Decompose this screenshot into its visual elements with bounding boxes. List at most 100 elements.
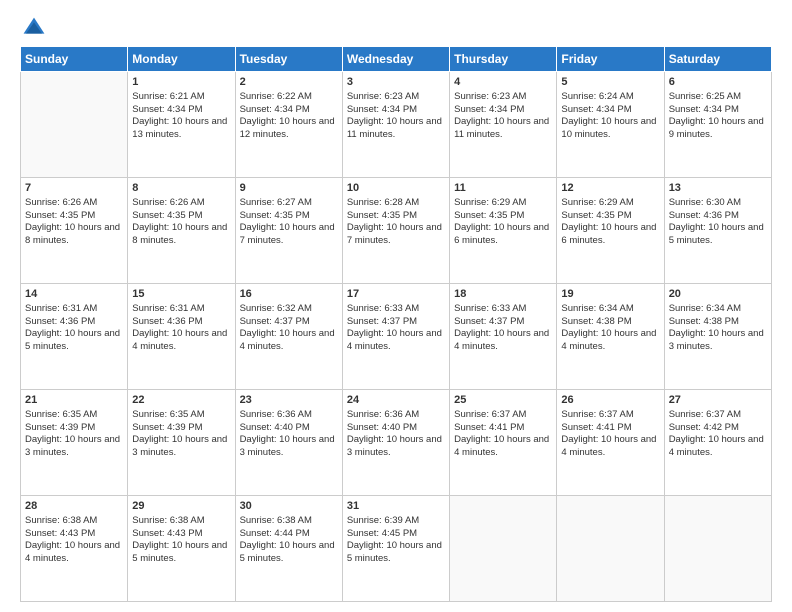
day-info-line: Sunrise: 6:38 AM	[132, 515, 230, 528]
page: SundayMondayTuesdayWednesdayThursdayFrid…	[0, 0, 792, 612]
calendar-table: SundayMondayTuesdayWednesdayThursdayFrid…	[20, 46, 772, 602]
calendar-cell: 17Sunrise: 6:33 AMSunset: 4:37 PMDayligh…	[342, 284, 449, 390]
day-number: 8	[132, 181, 230, 196]
day-info-line: Sunset: 4:35 PM	[347, 210, 445, 223]
day-info-line: Sunset: 4:36 PM	[669, 210, 767, 223]
day-info-line: Daylight: 10 hours and 11 minutes.	[347, 116, 445, 142]
day-info-line: Sunset: 4:35 PM	[454, 210, 552, 223]
day-info-line: Daylight: 10 hours and 10 minutes.	[561, 116, 659, 142]
day-info-line: Sunset: 4:41 PM	[454, 422, 552, 435]
day-info-line: Daylight: 10 hours and 6 minutes.	[454, 222, 552, 248]
calendar-cell: 27Sunrise: 6:37 AMSunset: 4:42 PMDayligh…	[664, 390, 771, 496]
day-info-line: Sunrise: 6:32 AM	[240, 303, 338, 316]
day-info-line: Sunrise: 6:25 AM	[669, 91, 767, 104]
calendar-cell: 16Sunrise: 6:32 AMSunset: 4:37 PMDayligh…	[235, 284, 342, 390]
day-number: 2	[240, 75, 338, 90]
day-info-line: Daylight: 10 hours and 3 minutes.	[25, 434, 123, 460]
calendar-cell: 30Sunrise: 6:38 AMSunset: 4:44 PMDayligh…	[235, 496, 342, 602]
logo-icon	[22, 16, 46, 40]
calendar-cell	[664, 496, 771, 602]
day-info-line: Sunset: 4:42 PM	[669, 422, 767, 435]
day-info-line: Daylight: 10 hours and 4 minutes.	[240, 328, 338, 354]
calendar-cell: 25Sunrise: 6:37 AMSunset: 4:41 PMDayligh…	[450, 390, 557, 496]
day-info-line: Sunrise: 6:34 AM	[561, 303, 659, 316]
calendar-cell: 3Sunrise: 6:23 AMSunset: 4:34 PMDaylight…	[342, 72, 449, 178]
weekday-header-monday: Monday	[128, 47, 235, 72]
day-number: 17	[347, 287, 445, 302]
day-number: 9	[240, 181, 338, 196]
day-info-line: Daylight: 10 hours and 7 minutes.	[240, 222, 338, 248]
day-info-line: Sunset: 4:36 PM	[132, 316, 230, 329]
day-number: 1	[132, 75, 230, 90]
day-number: 25	[454, 393, 552, 408]
day-info-line: Sunset: 4:43 PM	[25, 528, 123, 541]
day-info-line: Sunset: 4:35 PM	[561, 210, 659, 223]
day-info-line: Sunrise: 6:37 AM	[669, 409, 767, 422]
day-info-line: Daylight: 10 hours and 8 minutes.	[25, 222, 123, 248]
day-number: 31	[347, 499, 445, 514]
day-info-line: Sunrise: 6:36 AM	[347, 409, 445, 422]
day-info-line: Daylight: 10 hours and 4 minutes.	[454, 328, 552, 354]
day-info-line: Daylight: 10 hours and 7 minutes.	[347, 222, 445, 248]
day-info-line: Sunrise: 6:26 AM	[132, 197, 230, 210]
day-info-line: Sunset: 4:37 PM	[454, 316, 552, 329]
day-number: 11	[454, 181, 552, 196]
calendar-cell	[450, 496, 557, 602]
calendar-cell: 29Sunrise: 6:38 AMSunset: 4:43 PMDayligh…	[128, 496, 235, 602]
calendar-cell: 20Sunrise: 6:34 AMSunset: 4:38 PMDayligh…	[664, 284, 771, 390]
day-info-line: Sunrise: 6:26 AM	[25, 197, 123, 210]
day-info-line: Sunrise: 6:38 AM	[240, 515, 338, 528]
day-number: 27	[669, 393, 767, 408]
day-info-line: Sunset: 4:37 PM	[240, 316, 338, 329]
day-info-line: Sunrise: 6:31 AM	[25, 303, 123, 316]
day-info-line: Sunrise: 6:34 AM	[669, 303, 767, 316]
day-info-line: Daylight: 10 hours and 4 minutes.	[561, 328, 659, 354]
day-info-line: Sunset: 4:34 PM	[454, 104, 552, 117]
day-number: 19	[561, 287, 659, 302]
day-info-line: Sunset: 4:34 PM	[347, 104, 445, 117]
day-info-line: Daylight: 10 hours and 5 minutes.	[669, 222, 767, 248]
day-info-line: Sunset: 4:35 PM	[25, 210, 123, 223]
calendar-cell: 6Sunrise: 6:25 AMSunset: 4:34 PMDaylight…	[664, 72, 771, 178]
day-info-line: Daylight: 10 hours and 3 minutes.	[132, 434, 230, 460]
calendar-cell: 5Sunrise: 6:24 AMSunset: 4:34 PMDaylight…	[557, 72, 664, 178]
day-info-line: Sunset: 4:34 PM	[240, 104, 338, 117]
day-info-line: Daylight: 10 hours and 4 minutes.	[347, 328, 445, 354]
day-info-line: Daylight: 10 hours and 9 minutes.	[669, 116, 767, 142]
day-info-line: Sunset: 4:43 PM	[132, 528, 230, 541]
header	[20, 16, 772, 36]
day-info-line: Daylight: 10 hours and 4 minutes.	[454, 434, 552, 460]
day-info-line: Daylight: 10 hours and 12 minutes.	[240, 116, 338, 142]
day-info-line: Daylight: 10 hours and 3 minutes.	[240, 434, 338, 460]
day-info-line: Sunrise: 6:30 AM	[669, 197, 767, 210]
calendar-cell: 1Sunrise: 6:21 AMSunset: 4:34 PMDaylight…	[128, 72, 235, 178]
weekday-header-row: SundayMondayTuesdayWednesdayThursdayFrid…	[21, 47, 772, 72]
day-info-line: Daylight: 10 hours and 4 minutes.	[132, 328, 230, 354]
day-info-line: Daylight: 10 hours and 11 minutes.	[454, 116, 552, 142]
weekday-header-wednesday: Wednesday	[342, 47, 449, 72]
day-number: 7	[25, 181, 123, 196]
calendar-cell	[21, 72, 128, 178]
day-info-line: Sunrise: 6:33 AM	[347, 303, 445, 316]
logo	[20, 16, 46, 36]
calendar-cell: 31Sunrise: 6:39 AMSunset: 4:45 PMDayligh…	[342, 496, 449, 602]
day-info-line: Sunset: 4:35 PM	[240, 210, 338, 223]
day-info-line: Sunrise: 6:23 AM	[347, 91, 445, 104]
day-info-line: Sunrise: 6:23 AM	[454, 91, 552, 104]
day-info-line: Sunset: 4:40 PM	[240, 422, 338, 435]
day-info-line: Daylight: 10 hours and 8 minutes.	[132, 222, 230, 248]
day-info-line: Daylight: 10 hours and 3 minutes.	[669, 328, 767, 354]
day-info-line: Sunrise: 6:28 AM	[347, 197, 445, 210]
day-info-line: Daylight: 10 hours and 5 minutes.	[132, 540, 230, 566]
day-info-line: Sunrise: 6:35 AM	[25, 409, 123, 422]
day-info-line: Sunrise: 6:31 AM	[132, 303, 230, 316]
calendar-cell: 12Sunrise: 6:29 AMSunset: 4:35 PMDayligh…	[557, 178, 664, 284]
weekday-header-tuesday: Tuesday	[235, 47, 342, 72]
day-number: 15	[132, 287, 230, 302]
calendar-cell: 4Sunrise: 6:23 AMSunset: 4:34 PMDaylight…	[450, 72, 557, 178]
day-info-line: Daylight: 10 hours and 5 minutes.	[240, 540, 338, 566]
day-info-line: Sunset: 4:36 PM	[25, 316, 123, 329]
day-info-line: Sunset: 4:34 PM	[561, 104, 659, 117]
calendar-cell: 9Sunrise: 6:27 AMSunset: 4:35 PMDaylight…	[235, 178, 342, 284]
calendar-cell: 2Sunrise: 6:22 AMSunset: 4:34 PMDaylight…	[235, 72, 342, 178]
